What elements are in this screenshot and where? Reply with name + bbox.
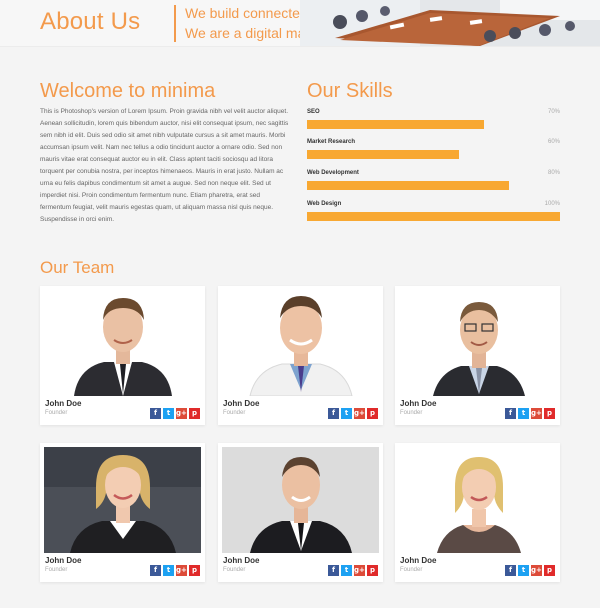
google-plus-icon[interactable]: g+ (531, 408, 542, 419)
welcome-body: This is Photoshop's version of Lorem Ips… (40, 108, 289, 223)
skill-bar (307, 150, 459, 159)
team-member-role: Founder (400, 410, 423, 416)
facebook-icon[interactable]: f (150, 565, 161, 576)
skill-web-development: Web Development 80% (307, 170, 560, 192)
facebook-icon[interactable]: f (505, 408, 516, 419)
facebook-icon[interactable]: f (150, 408, 161, 419)
facebook-icon[interactable]: f (505, 565, 516, 576)
tagline-line-1: We build connected (185, 5, 308, 21)
page-title: About Us (40, 8, 141, 35)
pinterest-icon[interactable]: p (189, 565, 200, 576)
social-links: f t g+ p (328, 408, 378, 419)
welcome-title: Welcome to minima (40, 80, 216, 102)
pinterest-icon[interactable]: p (544, 565, 555, 576)
team-member-role: Founder (400, 567, 423, 573)
skill-track (307, 212, 560, 221)
skill-percent: 60% (547, 139, 560, 145)
header-banner: About Us We build connected We are a dig… (0, 0, 600, 47)
banner-divider (174, 5, 176, 42)
team-card: John Doe Founder f t g+ p (40, 443, 205, 582)
skill-seo: SEO 70% (307, 109, 560, 131)
social-links: f t g+ p (505, 565, 555, 576)
team-member-name: John Doe (400, 399, 437, 408)
skill-name: Web Development (307, 170, 359, 176)
twitter-icon[interactable]: t (341, 565, 352, 576)
google-plus-icon[interactable]: g+ (176, 565, 187, 576)
pinterest-icon[interactable]: p (189, 408, 200, 419)
twitter-icon[interactable]: t (341, 408, 352, 419)
social-links: f t g+ p (505, 408, 555, 419)
twitter-icon[interactable]: t (518, 408, 529, 419)
team-member-photo (399, 290, 556, 396)
skill-market-research: Market Research 60% (307, 139, 560, 161)
team-title: Our Team (40, 258, 115, 277)
team-member-role: Founder (223, 567, 246, 573)
skill-bar (307, 212, 560, 221)
google-plus-icon[interactable]: g+ (354, 565, 365, 576)
team-member-role: Founder (223, 410, 246, 416)
team-member-photo (222, 447, 379, 553)
facebook-icon[interactable]: f (328, 565, 339, 576)
team-member-name: John Doe (45, 556, 82, 565)
team-card: John Doe Founder f t g+ p (395, 443, 560, 582)
skill-percent: 100% (544, 201, 560, 207)
skill-percent: 70% (547, 109, 560, 115)
team-member-photo (222, 290, 379, 396)
google-plus-icon[interactable]: g+ (531, 565, 542, 576)
team-member-photo (44, 447, 201, 553)
team-member-name: John Doe (400, 556, 437, 565)
skill-name: Market Research (307, 139, 356, 145)
office-banner-image (300, 0, 600, 46)
google-plus-icon[interactable]: g+ (176, 408, 187, 419)
skill-bar (307, 181, 510, 190)
skills-title: Our Skills (307, 80, 393, 102)
skill-web-design: Web Design 100% (307, 201, 560, 223)
facebook-icon[interactable]: f (328, 408, 339, 419)
team-member-name: John Doe (45, 399, 82, 408)
skill-track (307, 150, 560, 159)
team-card: John Doe Founder f t g+ p (395, 286, 560, 425)
skill-track (307, 181, 560, 190)
skill-bar (307, 120, 485, 129)
team-member-role: Founder (45, 567, 68, 573)
team-card: John Doe Founder f t g+ p (40, 286, 205, 425)
twitter-icon[interactable]: t (163, 408, 174, 419)
team-member-name: John Doe (223, 399, 260, 408)
team-card: John Doe Founder f t g+ p (218, 286, 383, 425)
social-links: f t g+ p (150, 408, 200, 419)
team-member-role: Founder (45, 410, 68, 416)
social-links: f t g+ p (328, 565, 378, 576)
skill-track (307, 120, 560, 129)
pinterest-icon[interactable]: p (367, 408, 378, 419)
twitter-icon[interactable]: t (518, 565, 529, 576)
pinterest-icon[interactable]: p (367, 565, 378, 576)
skill-name: Web Design (307, 201, 342, 207)
twitter-icon[interactable]: t (163, 565, 174, 576)
social-links: f t g+ p (150, 565, 200, 576)
team-member-photo (44, 290, 201, 396)
team-member-name: John Doe (223, 556, 260, 565)
team-card: John Doe Founder f t g+ p (218, 443, 383, 582)
google-plus-icon[interactable]: g+ (354, 408, 365, 419)
skill-percent: 80% (547, 170, 560, 176)
skill-name: SEO (307, 109, 320, 115)
team-member-photo (399, 447, 556, 553)
pinterest-icon[interactable]: p (544, 408, 555, 419)
